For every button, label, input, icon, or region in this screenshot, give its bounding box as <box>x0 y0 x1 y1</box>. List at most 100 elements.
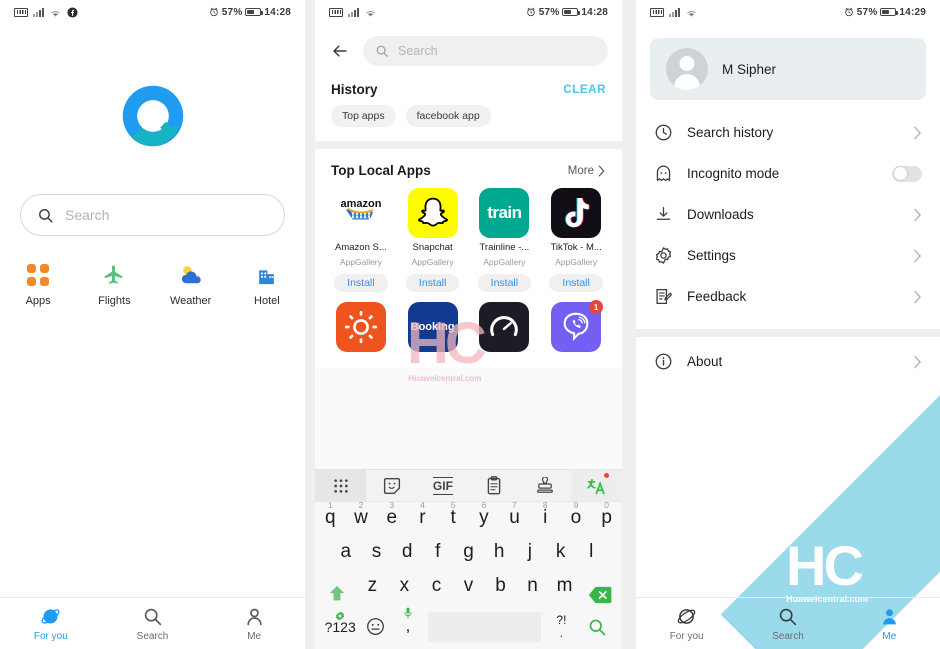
stamp-icon[interactable] <box>520 470 571 501</box>
key-f[interactable]: f <box>422 536 453 570</box>
key-j[interactable]: j <box>515 536 546 570</box>
app-card[interactable] <box>469 302 541 352</box>
speedtest-icon <box>479 302 530 352</box>
punctuation-key[interactable]: ?! . <box>545 614 577 639</box>
nav-for-you[interactable]: For you <box>636 598 737 649</box>
amazon-icon: amazon <box>335 188 386 238</box>
menu-item-downloads[interactable]: Downloads <box>636 194 940 235</box>
search-input[interactable]: Search <box>363 36 608 66</box>
clear-history-button[interactable]: CLEAR <box>563 84 606 96</box>
menu-item-search-history[interactable]: Search history <box>636 112 940 153</box>
key-number: 9 <box>573 500 579 510</box>
key-d[interactable]: d <box>392 536 423 570</box>
key-w[interactable]: 2w <box>346 500 377 536</box>
on-screen-keyboard: GIF 1 q 2 w 3 e 4 r 5 t 6 y 7 u 8 i 9 o … <box>315 469 622 649</box>
history-chip[interactable]: facebook app <box>405 105 491 127</box>
key-u[interactable]: 7u <box>499 500 530 536</box>
key-i[interactable]: 8i <box>530 500 561 536</box>
key-x[interactable]: x <box>388 570 420 604</box>
install-button[interactable]: Install <box>405 274 460 292</box>
key-c[interactable]: c <box>420 570 452 604</box>
menu-item-incognito-mode[interactable]: Incognito mode <box>636 153 940 194</box>
key-z[interactable]: z <box>356 570 388 604</box>
microphone-icon <box>404 606 413 623</box>
key-q[interactable]: 1q <box>315 500 346 536</box>
alarm-icon <box>210 7 218 17</box>
app-card[interactable]: TikTok - M... AppGallery Install <box>540 188 612 292</box>
key-k[interactable]: k <box>545 536 576 570</box>
menu-item-settings[interactable]: Settings <box>636 235 940 276</box>
app-card[interactable]: amazon Amazon S... AppGallery Install <box>325 188 397 292</box>
building-icon <box>259 270 275 285</box>
quicklink-weather[interactable]: Weather <box>153 264 229 307</box>
key-number: 8 <box>542 500 548 510</box>
sim-badge-icon <box>650 7 664 17</box>
clipboard-icon[interactable] <box>469 470 520 501</box>
nav-for-you[interactable]: For you <box>0 598 102 649</box>
key-b[interactable]: b <box>485 570 517 604</box>
quicklink-flights[interactable]: Flights <box>76 264 152 307</box>
nav-search[interactable]: Search <box>102 598 204 649</box>
status-bar: 57% 14:28 <box>0 0 305 24</box>
search-input[interactable]: Search <box>20 194 285 236</box>
install-button[interactable]: Install <box>477 274 532 292</box>
app-card[interactable]: 1 <box>540 300 612 352</box>
key-l[interactable]: l <box>576 536 607 570</box>
space-key[interactable] <box>428 611 542 642</box>
translate-icon[interactable] <box>570 470 622 501</box>
back-arrow-icon[interactable] <box>329 42 351 60</box>
search-placeholder: Search <box>398 44 438 58</box>
comma-key[interactable]: , <box>392 607 424 635</box>
search-key-icon[interactable] <box>578 617 616 637</box>
profile-name: M Sipher <box>722 61 777 77</box>
backspace-key-icon[interactable] <box>581 586 620 604</box>
section-divider <box>636 329 940 337</box>
quicklink-apps[interactable]: Apps <box>0 264 76 307</box>
install-button[interactable]: Install <box>549 274 603 292</box>
menu-item-feedback[interactable]: Feedback <box>636 276 940 317</box>
nav-search[interactable]: Search <box>737 598 838 649</box>
menu-label: Feedback <box>687 289 747 304</box>
keypad-icon[interactable] <box>315 470 367 501</box>
key-n[interactable]: n <box>517 570 549 604</box>
key-e[interactable]: 3e <box>376 500 407 536</box>
more-button[interactable]: More <box>568 165 606 177</box>
key-g[interactable]: g <box>453 536 484 570</box>
key-v[interactable]: v <box>452 570 484 604</box>
menu-item-about[interactable]: About <box>636 341 940 382</box>
app-name: TikTok - M... <box>550 242 602 253</box>
key-p[interactable]: 0p <box>591 500 622 536</box>
key-o[interactable]: 9o <box>561 500 592 536</box>
key-m[interactable]: m <box>549 570 581 604</box>
gif-icon[interactable]: GIF <box>417 470 468 501</box>
search-icon <box>376 45 388 57</box>
key-a[interactable]: a <box>330 536 361 570</box>
profile-card[interactable]: M Sipher <box>650 38 926 100</box>
incognito-toggle[interactable] <box>892 165 922 182</box>
nav-me[interactable]: Me <box>203 598 305 649</box>
emoji-key-icon[interactable] <box>359 617 391 636</box>
keyboard-toolbar: GIF <box>315 469 622 502</box>
app-card[interactable]: Snapchat AppGallery Install <box>397 188 469 292</box>
key-h[interactable]: h <box>484 536 515 570</box>
shift-key-icon[interactable] <box>317 584 356 604</box>
app-card[interactable]: train Trainline -... AppGallery Install <box>469 188 541 292</box>
key-t[interactable]: 5t <box>438 500 469 536</box>
app-card[interactable]: Booking <box>397 302 469 352</box>
key-r[interactable]: 4r <box>407 500 438 536</box>
snapchat-icon <box>407 188 458 238</box>
feedback-icon <box>656 288 673 305</box>
menu-label: Search history <box>687 125 774 140</box>
key-s[interactable]: s <box>361 536 392 570</box>
chevron-right-icon <box>914 126 922 139</box>
quicklink-label: Flights <box>98 295 131 307</box>
app-card[interactable] <box>325 302 397 352</box>
key-y[interactable]: 6y <box>469 500 500 536</box>
sticker-icon[interactable] <box>366 470 417 501</box>
history-chip[interactable]: Top apps <box>331 105 396 127</box>
install-button[interactable]: Install <box>334 274 388 292</box>
planet-icon <box>41 608 60 624</box>
numeric-key[interactable]: ?123 <box>321 610 359 635</box>
nav-me[interactable]: Me <box>839 598 940 649</box>
quicklink-hotel[interactable]: Hotel <box>229 264 305 307</box>
